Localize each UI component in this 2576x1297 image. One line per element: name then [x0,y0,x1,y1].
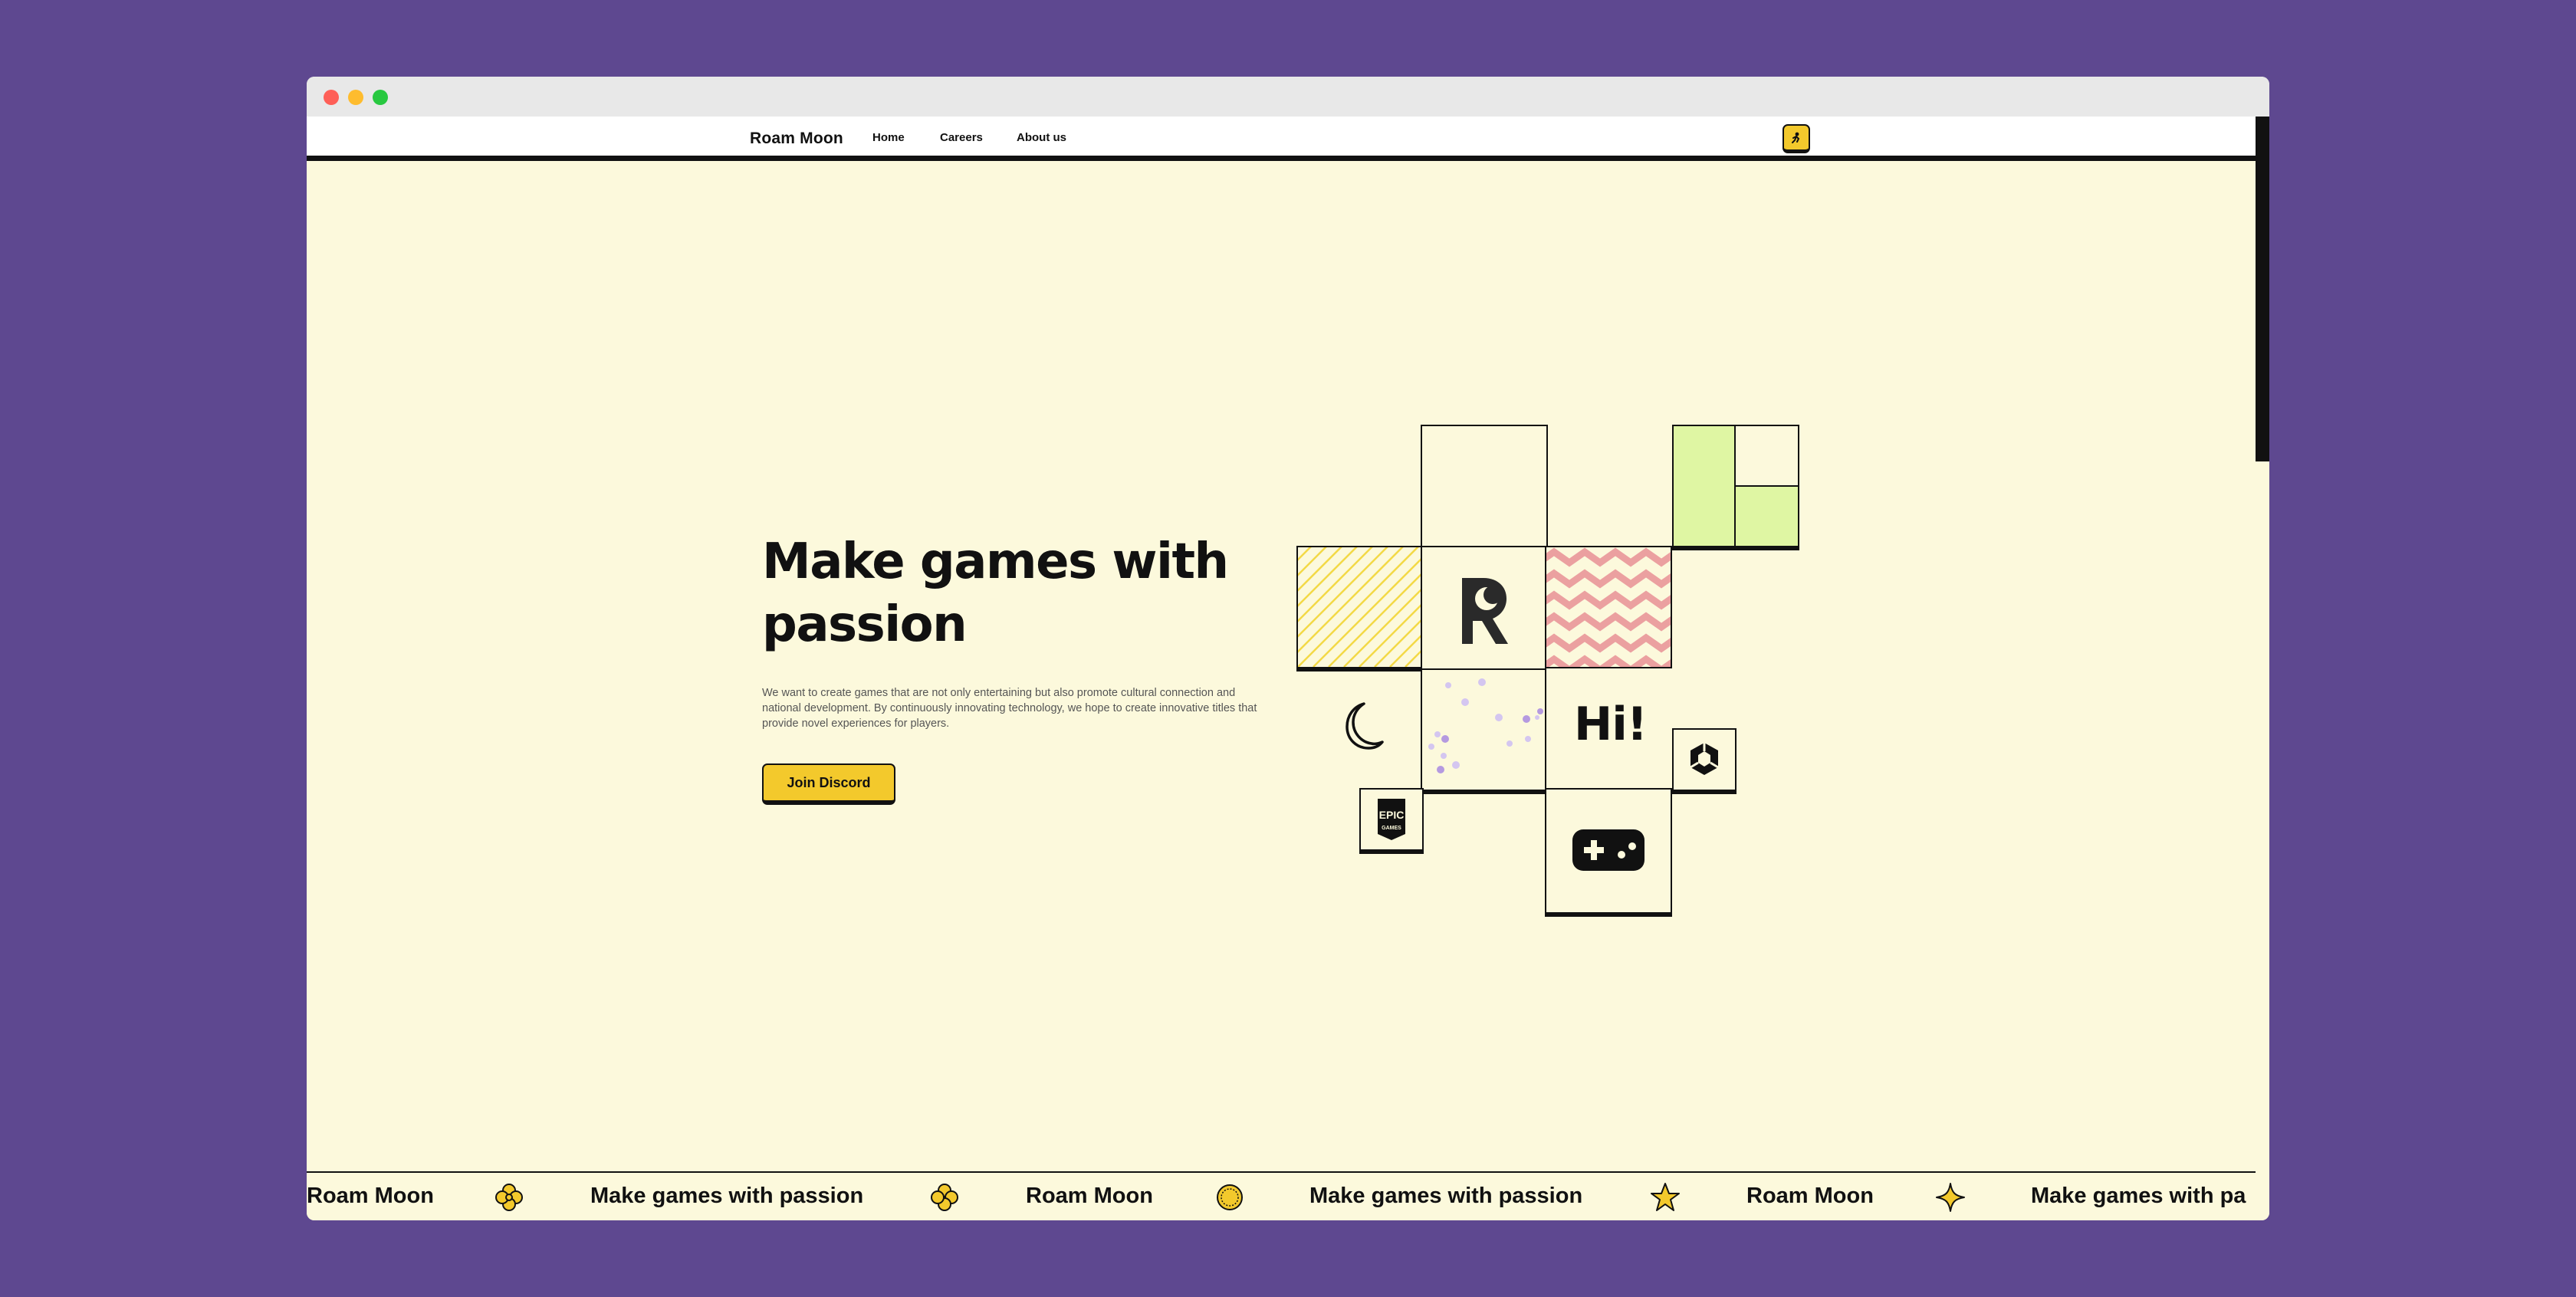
dots-tile [1421,668,1548,794]
zigzag-tile [1545,546,1672,671]
marquee-text: Roam Moon [1026,1184,1153,1208]
svg-text:EPIC: EPIC [1379,809,1405,821]
browser-window: Roam Moon Home Careers About us Make gam… [307,77,2269,1220]
navbar: Roam Moon Home Careers About us [307,117,2256,161]
nav-link-careers[interactable]: Careers [940,131,983,144]
marquee-text: Make games with pa [2031,1184,2246,1208]
epic-games-tile: EPIC GAMES [1359,788,1424,854]
maximize-window-button[interactable] [373,90,388,105]
flower-icon [931,1184,958,1211]
nav-link-home[interactable]: Home [872,131,905,144]
greeting-text: Hi! [1574,698,1648,751]
marquee-banner: Roam Moon Make games with passion Roam M… [307,1171,2256,1220]
greeting-tile: Hi! [1545,668,1672,791]
roam-moon-logo-icon [1462,578,1508,644]
nav-link-about-us[interactable]: About us [1017,131,1066,144]
gamepad-tile [1545,788,1672,917]
unity-icon [1690,743,1719,775]
green-grid-tile [1672,425,1799,550]
green-grid-pattern [1674,426,1798,546]
hero-description: We want to create games that are not onl… [762,687,1257,730]
moon-runner-icon[interactable] [1783,124,1810,153]
sun-icon [1217,1184,1243,1210]
stripes-tile [1296,546,1424,671]
empty-tile [1421,425,1548,547]
flower-icon [495,1184,523,1211]
marquee-text: Make games with passion [590,1184,864,1208]
marquee-text: Make games with passion [1309,1184,1583,1208]
unity-tile [1672,728,1737,794]
logo-tile [1421,546,1548,671]
join-discord-button[interactable]: Join Discord [762,763,895,805]
svg-text:GAMES: GAMES [1382,826,1401,831]
title-bar [307,77,2269,117]
hero-title: Make games with passion [762,534,1229,653]
zigzag-pattern [1546,547,1671,667]
marquee-text: Roam Moon [307,1184,434,1208]
gamepad-icon [1572,829,1644,871]
brand-logo-link[interactable]: Roam Moon [750,130,843,148]
minimize-window-button[interactable] [348,90,363,105]
epic-games-icon: EPIC GAMES [1378,799,1405,840]
dots-pattern [1428,678,1543,773]
diagonal-stripes-pattern [1298,547,1422,667]
close-window-button[interactable] [324,90,339,105]
crescent-moon-icon [1346,702,1384,750]
marquee-text: Roam Moon [1746,1184,1874,1208]
scrollbar-thumb[interactable] [2256,117,2269,461]
sparkle-icon [1936,1183,1965,1212]
star-icon [1651,1183,1680,1211]
